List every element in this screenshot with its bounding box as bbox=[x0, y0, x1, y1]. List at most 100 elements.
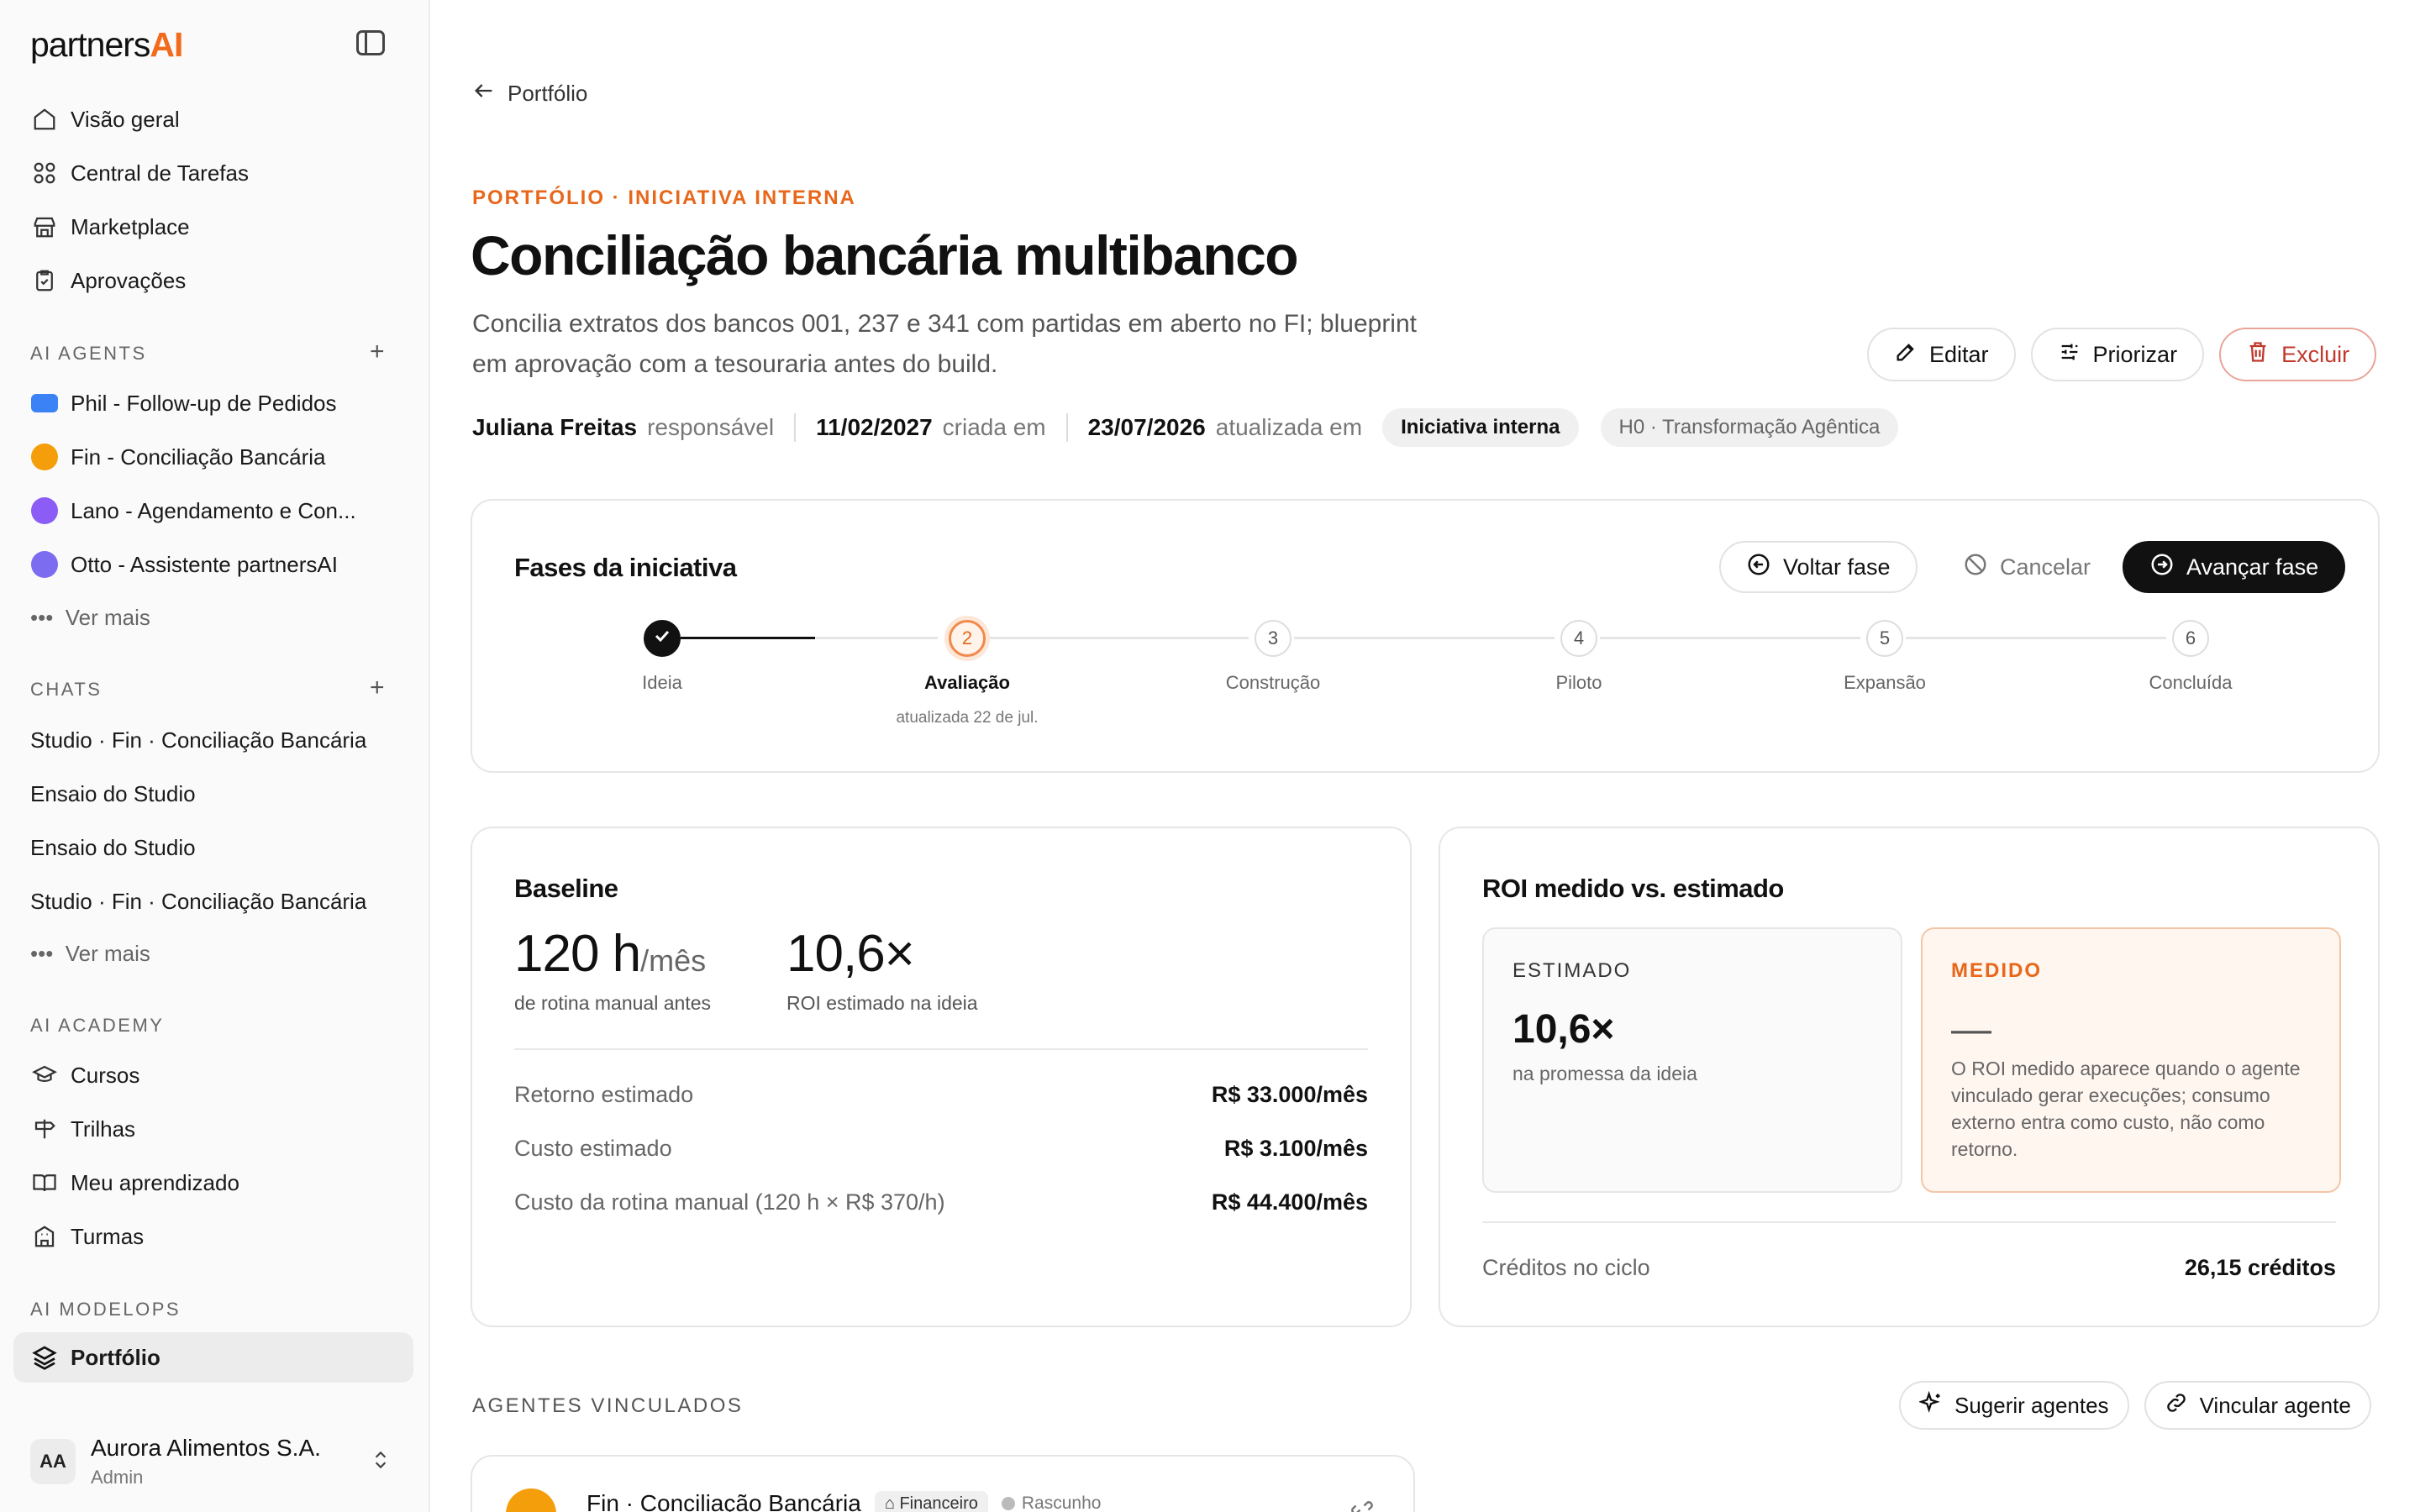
back-phase-label: Voltar fase bbox=[1783, 554, 1891, 580]
roi-label: ROI estimado na ideia bbox=[786, 992, 978, 1014]
sidebar-agent-fin[interactable]: Fin - Conciliação Bancária bbox=[13, 432, 413, 482]
status-badge: Rascunho bbox=[1001, 1494, 1101, 1512]
sidebar-item-label: Marketplace bbox=[71, 213, 190, 239]
stepper-line bbox=[1906, 637, 2166, 639]
phases-card: Fases da iniciativa bbox=[471, 499, 2380, 773]
agent-avatar-icon bbox=[31, 551, 58, 578]
step-label: Expansão bbox=[1844, 672, 1926, 693]
store-icon bbox=[30, 213, 59, 241]
add-agent-icon[interactable]: + bbox=[370, 338, 385, 366]
step-3[interactable]: 3 bbox=[1255, 620, 1292, 657]
step-6[interactable]: 6 bbox=[2172, 620, 2209, 657]
ellipsis-icon: ••• bbox=[30, 605, 54, 630]
grid-icon bbox=[30, 159, 59, 187]
agents-see-more[interactable]: ••• Ver mais bbox=[30, 605, 150, 631]
see-more-label: Ver mais bbox=[65, 605, 150, 630]
sidebar-item-cursos[interactable]: Cursos bbox=[13, 1050, 413, 1100]
sidebar-item-label: Phil - Follow-up de Pedidos bbox=[71, 390, 337, 416]
owner-name: Juliana Freitas bbox=[472, 414, 638, 440]
sidebar-item-turmas[interactable]: Turmas bbox=[13, 1211, 413, 1262]
badge-label: Financeiro bbox=[899, 1494, 978, 1512]
baseline-row: Custo da rotina manual (120 h × R$ 370/h… bbox=[514, 1189, 1368, 1215]
baseline-row: Custo estimado R$ 3.100/mês bbox=[514, 1136, 1368, 1162]
agent-card-header: Fin · Conciliação Bancária ⌂ Financeiro … bbox=[587, 1490, 1101, 1512]
brand-logo[interactable]: partnersAI bbox=[30, 25, 183, 65]
bank-icon: ⌂ bbox=[884, 1494, 895, 1512]
cancel-button[interactable]: Cancelar bbox=[1936, 541, 2118, 593]
back-link[interactable]: Portfólio bbox=[472, 79, 587, 108]
stepper-line bbox=[1294, 637, 1555, 639]
sidebar-item-trilhas[interactable]: Trilhas bbox=[13, 1104, 413, 1154]
baseline-card: Baseline 120 h/mês de rotina manual ante… bbox=[471, 827, 1412, 1327]
advance-phase-label: Avançar fase bbox=[2186, 554, 2319, 580]
agent-name: Fin · Conciliação Bancária bbox=[587, 1490, 861, 1512]
arrow-right-circle-icon bbox=[2149, 552, 2175, 583]
account-switcher[interactable]: AA Aurora Alimentos S.A. Admin bbox=[13, 1411, 413, 1512]
agents-actions: Sugerir agentes Vincular agente bbox=[1899, 1381, 2371, 1430]
sidebar-item-marketplace[interactable]: Marketplace bbox=[13, 202, 413, 252]
building-icon bbox=[30, 1222, 59, 1251]
sidebar-item-visao-geral[interactable]: Visão geral bbox=[13, 94, 413, 144]
suggest-agents-button[interactable]: Sugerir agentes bbox=[1899, 1381, 2129, 1430]
chats-see-more[interactable]: ••• Ver mais bbox=[30, 941, 150, 967]
sidebar-item-label: Meu aprendizado bbox=[71, 1169, 239, 1195]
sidebar-item-portfolio[interactable]: Portfólio bbox=[13, 1332, 413, 1383]
sidebar-item-central-de-tarefas[interactable]: Central de Tarefas bbox=[13, 148, 413, 198]
estimated-label: ESTIMADO bbox=[1512, 959, 1632, 982]
graduation-cap-icon bbox=[30, 1061, 59, 1089]
check-icon bbox=[652, 626, 672, 651]
step-5[interactable]: 5 bbox=[1866, 620, 1903, 657]
sidebar-toggle-icon[interactable] bbox=[356, 30, 385, 55]
suggest-agents-label: Sugerir agentes bbox=[1954, 1392, 2109, 1418]
agents-section-title: AGENTES VINCULADOS bbox=[472, 1394, 744, 1417]
sidebar-item-label: Central de Tarefas bbox=[71, 160, 249, 186]
sidebar-item-label: Trilhas bbox=[71, 1116, 136, 1142]
sidebar-agent-otto[interactable]: Otto - Assistente partnersAI bbox=[13, 539, 413, 590]
sidebar-agent-phil[interactable]: Phil - Follow-up de Pedidos bbox=[13, 378, 413, 428]
divider bbox=[1482, 1221, 2336, 1223]
agent-avatar-icon bbox=[31, 497, 58, 524]
page-title: Conciliação bancária multibanco bbox=[471, 224, 1299, 286]
edit-button[interactable]: Editar bbox=[1867, 328, 2016, 381]
sidebar-item-aprovacoes[interactable]: Aprovações bbox=[13, 255, 413, 306]
clipboard-check-icon bbox=[30, 266, 59, 295]
chat-item[interactable]: Studio · Fin · Conciliação Bancária bbox=[30, 727, 366, 753]
edit-label: Editar bbox=[1929, 341, 1989, 367]
delete-button[interactable]: Excluir bbox=[2219, 328, 2377, 381]
account-name: Aurora Alimentos S.A. bbox=[91, 1435, 321, 1461]
sidebar-agent-lano[interactable]: Lano - Agendamento e Con... bbox=[13, 486, 413, 536]
see-more-label: Ver mais bbox=[65, 941, 150, 966]
sidebar-item-label: Aprovações bbox=[71, 267, 187, 293]
chat-item[interactable]: Ensaio do Studio bbox=[30, 781, 196, 807]
updated-label: atualizada em bbox=[1215, 414, 1363, 440]
agent-avatar-icon bbox=[31, 394, 58, 412]
agent-card[interactable]: Fin · Conciliação Bancária ⌂ Financeiro … bbox=[471, 1455, 1415, 1512]
signpost-icon bbox=[30, 1115, 59, 1143]
step-4[interactable]: 4 bbox=[1560, 620, 1597, 657]
back-phase-button[interactable]: Voltar fase bbox=[1719, 541, 1918, 593]
step-1[interactable] bbox=[644, 620, 681, 657]
baseline-row: Retorno estimado R$ 33.000/mês bbox=[514, 1082, 1368, 1108]
chevron-up-down-icon bbox=[370, 1447, 392, 1477]
add-chat-icon[interactable]: + bbox=[370, 674, 385, 702]
link-agent-button[interactable]: Vincular agente bbox=[2144, 1381, 2371, 1430]
book-open-icon bbox=[30, 1168, 59, 1197]
link-icon bbox=[2165, 1391, 2188, 1420]
ellipsis-icon: ••• bbox=[30, 941, 54, 966]
created-date: 11/02/2027 bbox=[816, 414, 933, 440]
arrow-left-circle-icon bbox=[1746, 552, 1771, 583]
advance-phase-button[interactable]: Avançar fase bbox=[2123, 541, 2346, 593]
sidebar-item-meu-aprendizado[interactable]: Meu aprendizado bbox=[13, 1158, 413, 1208]
section-ai-modelops: AI MODELOPS bbox=[30, 1299, 182, 1320]
agent-avatar-icon bbox=[31, 444, 58, 470]
chat-item[interactable]: Studio · Fin · Conciliação Bancária bbox=[30, 889, 366, 915]
step-2[interactable]: 2 bbox=[949, 620, 986, 657]
sliders-icon bbox=[2058, 340, 2081, 370]
unlink-icon[interactable] bbox=[1349, 1495, 1375, 1512]
layers-icon bbox=[30, 1343, 59, 1372]
back-link-label: Portfólio bbox=[508, 81, 588, 106]
prioritize-button[interactable]: Priorizar bbox=[2030, 328, 2205, 381]
arrow-left-icon bbox=[472, 79, 496, 108]
stepper-line bbox=[815, 637, 938, 639]
chat-item[interactable]: Ensaio do Studio bbox=[30, 835, 196, 861]
